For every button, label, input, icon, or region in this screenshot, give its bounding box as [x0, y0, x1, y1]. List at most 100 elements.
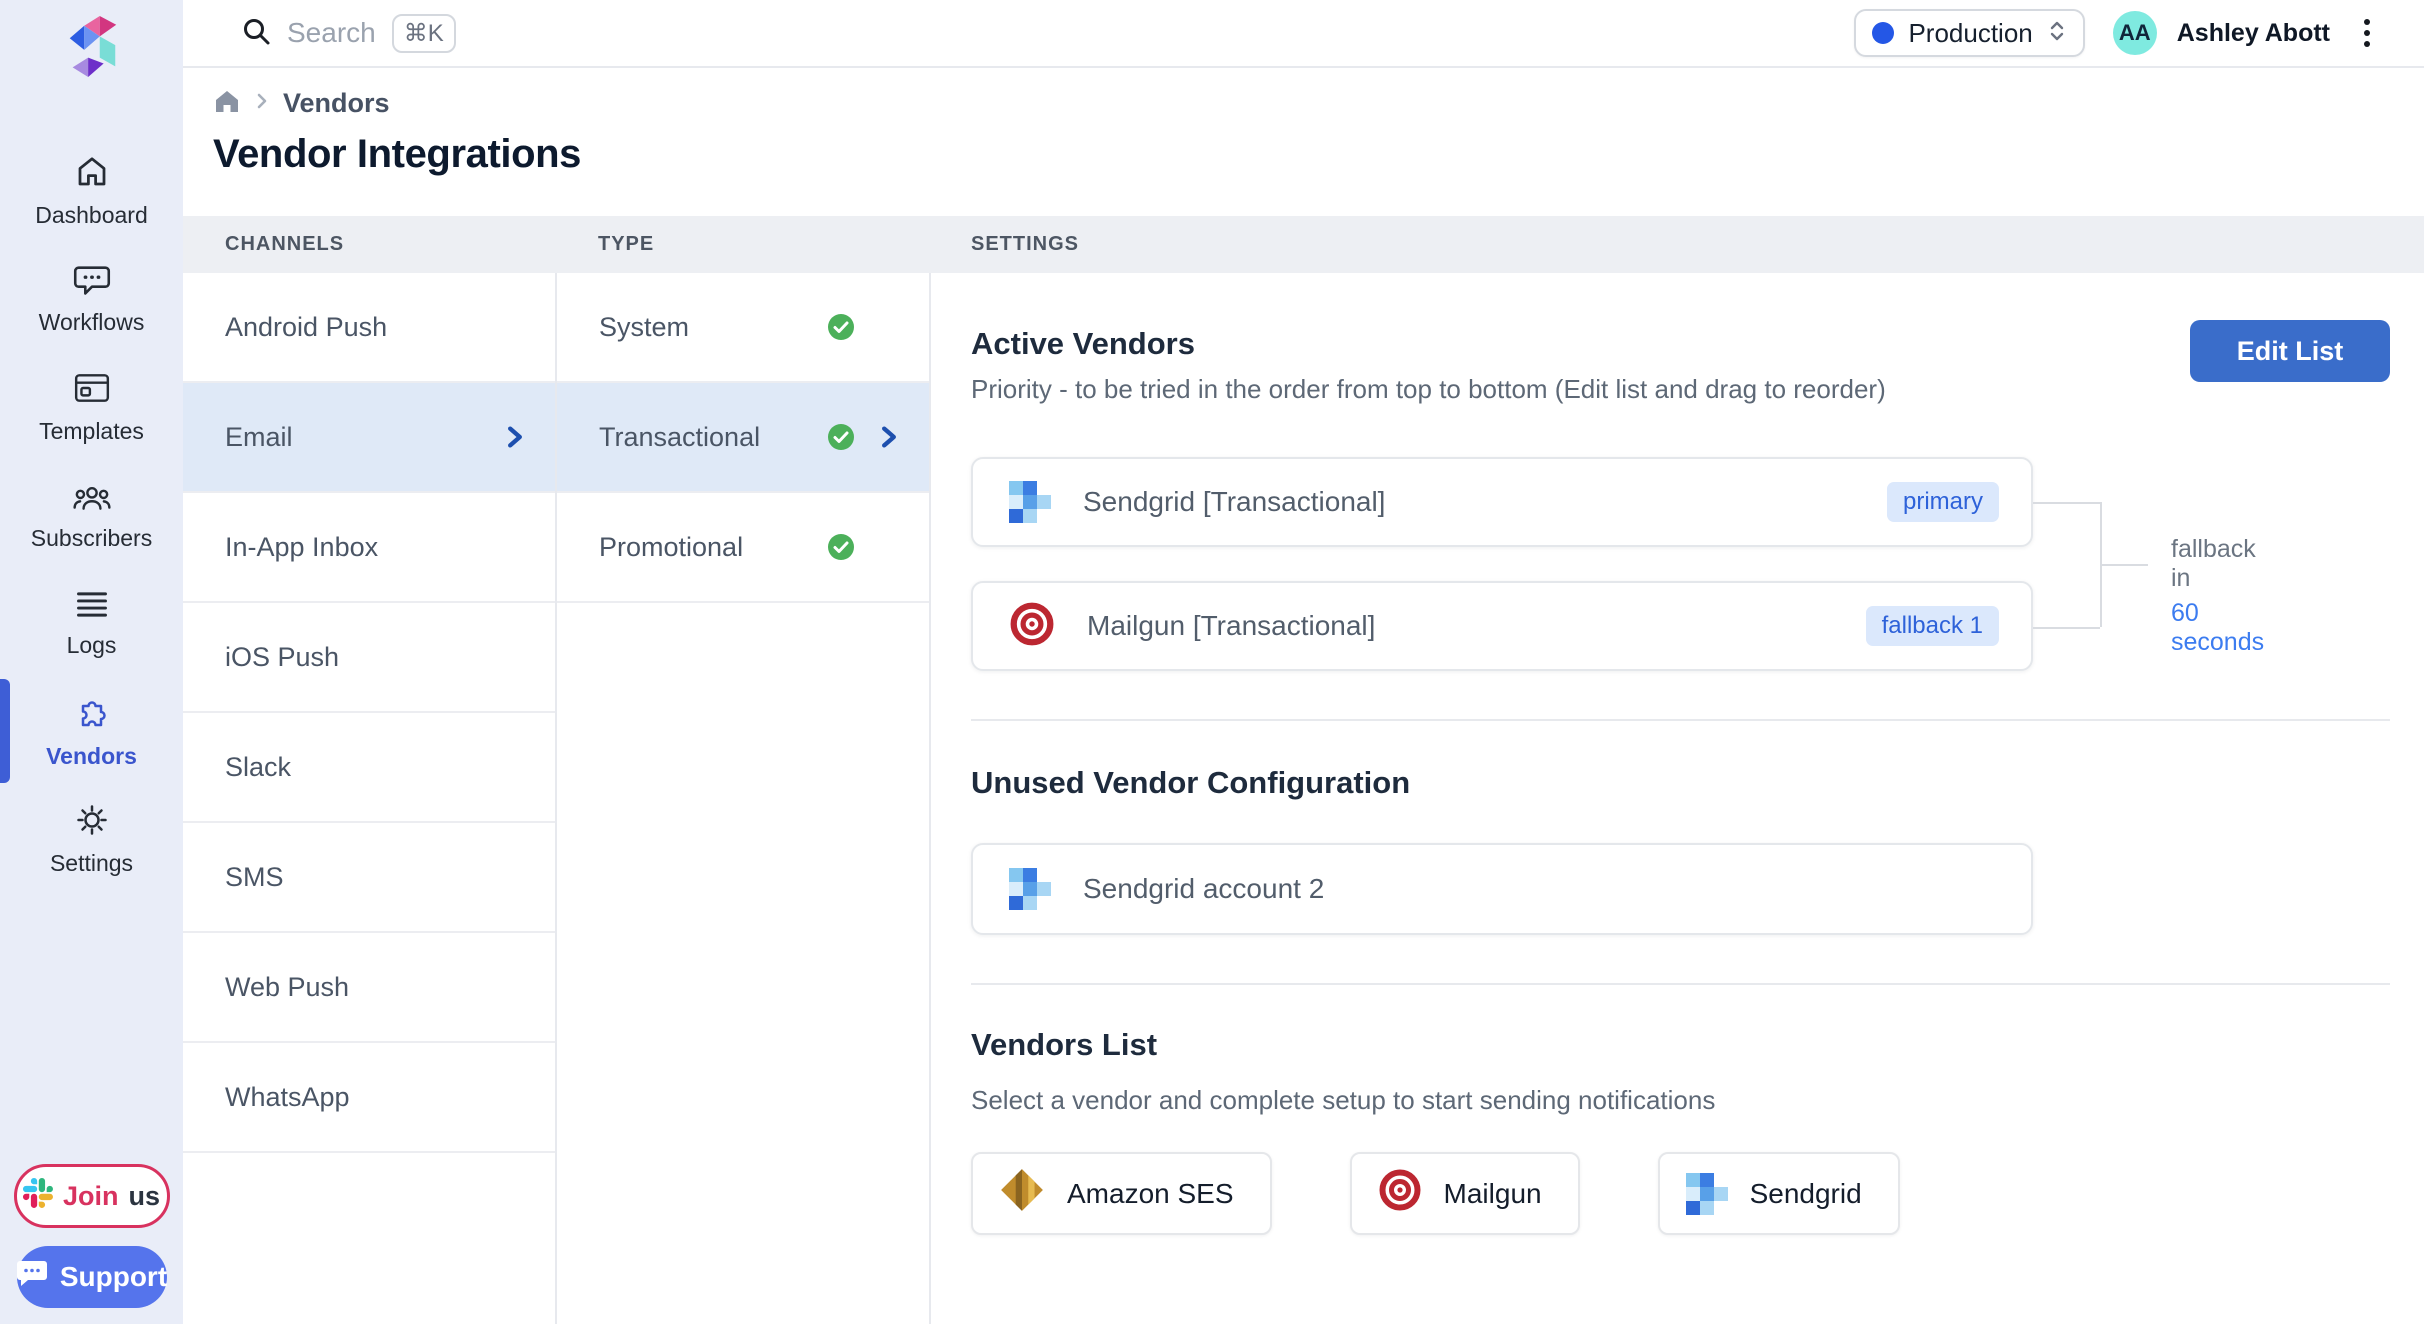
sidebar-item-label: Logs: [67, 632, 117, 659]
sidebar-item-settings[interactable]: Settings: [0, 785, 183, 893]
type-row-system[interactable]: System: [557, 273, 929, 383]
vendor-name: Sendgrid account 2: [1083, 873, 1324, 905]
sidebar-item-vendors[interactable]: Vendors: [0, 677, 183, 785]
channel-row-slack[interactable]: Slack: [183, 713, 555, 823]
channels-column: Android Push Email In-App Inbox iOS Push…: [183, 273, 557, 1324]
chevron-right-icon: [879, 425, 899, 449]
type-label: Transactional: [599, 422, 760, 453]
sendgrid-icon: [1009, 868, 1051, 910]
support-label: Support: [60, 1261, 167, 1293]
vendor-name: Sendgrid [Transactional]: [1083, 486, 1385, 518]
settings-header: SETTINGS: [971, 216, 1079, 273]
sidebar-item-label: Templates: [39, 418, 144, 445]
chevron-right-icon: [505, 425, 525, 449]
connector-line: [2033, 502, 2100, 504]
sidebar-item-label: Subscribers: [31, 525, 152, 552]
suprsend-logo-icon[interactable]: [61, 10, 123, 89]
avatar[interactable]: AA: [2113, 11, 2157, 55]
channel-row-sms[interactable]: SMS: [183, 823, 555, 933]
breadcrumb-current[interactable]: Vendors: [283, 88, 390, 119]
channel-row-email[interactable]: Email: [183, 383, 555, 493]
content-columns: Android Push Email In-App Inbox iOS Push…: [183, 273, 2424, 1324]
topbar: Search ⌘K Production AA Ashley Abott: [183, 0, 2424, 68]
environment-select[interactable]: Production: [1854, 9, 2084, 57]
active-indicator-bar: [0, 679, 10, 783]
edit-list-button[interactable]: Edit List: [2190, 320, 2390, 382]
page-header: Vendors Vendor Integrations: [183, 68, 2424, 216]
chevron-up-down-icon: [2047, 19, 2067, 48]
section-divider: [971, 719, 2390, 721]
home-breadcrumb-icon[interactable]: [213, 88, 241, 119]
support-button[interactable]: Support: [17, 1246, 167, 1308]
search-input[interactable]: Search ⌘K: [241, 14, 456, 53]
channel-row-ios-push[interactable]: iOS Push: [183, 603, 555, 713]
join-label-suffix: us: [129, 1181, 161, 1212]
breadcrumb: Vendors: [213, 84, 2424, 122]
more-options-kebab-icon[interactable]: [2358, 13, 2376, 53]
sidebar: Dashboard Workflows Templates Subscriber…: [0, 0, 183, 1324]
check-circle-icon: [827, 423, 855, 451]
channel-label: In-App Inbox: [225, 532, 378, 563]
list-lines-icon: [74, 588, 110, 625]
type-label: Promotional: [599, 532, 743, 563]
chevron-right-icon: [255, 91, 269, 116]
sidebar-footer: Join us Support: [14, 1164, 170, 1308]
mailgun-icon: [1378, 1168, 1422, 1219]
fallback-label: fallback in: [2171, 535, 2264, 593]
environment-label: Production: [1908, 18, 2032, 49]
vendor-option-sendgrid[interactable]: Sendgrid: [1658, 1152, 1900, 1235]
environment-status-dot: [1872, 22, 1894, 44]
channel-row-whatsapp[interactable]: WhatsApp: [183, 1043, 555, 1153]
vendor-option-amazon-ses[interactable]: Amazon SES: [971, 1152, 1272, 1235]
vendor-option-mailgun[interactable]: Mailgun: [1350, 1152, 1580, 1235]
mailgun-icon: [1009, 601, 1055, 652]
avatar-initials: AA: [2119, 20, 2151, 46]
channels-header: CHANNELS: [225, 216, 344, 273]
vendor-card-mailgun-transactional[interactable]: Mailgun [Transactional] fallback 1: [971, 581, 2033, 671]
sidebar-item-dashboard[interactable]: Dashboard: [0, 137, 183, 245]
sendgrid-icon: [1686, 1173, 1728, 1215]
check-circle-icon: [827, 313, 855, 341]
vendor-option-label: Mailgun: [1444, 1178, 1542, 1210]
page-title: Vendor Integrations: [213, 132, 2424, 177]
channel-row-android-push[interactable]: Android Push: [183, 273, 555, 383]
sendgrid-icon: [1009, 481, 1051, 523]
amazon-ses-icon: [999, 1167, 1045, 1220]
home-icon: [74, 154, 110, 195]
type-column: System Transactional: [557, 273, 931, 1324]
chat-workflow-icon: [73, 263, 111, 302]
sidebar-item-label: Settings: [50, 850, 133, 877]
channel-row-inapp-inbox[interactable]: In-App Inbox: [183, 493, 555, 603]
chat-support-icon: [16, 1260, 48, 1295]
sidebar-item-workflows[interactable]: Workflows: [0, 245, 183, 353]
sidebar-nav: Dashboard Workflows Templates Subscriber…: [0, 137, 183, 893]
vendors-list: Amazon SES Mailgun Sendgrid: [971, 1152, 2390, 1235]
sidebar-item-templates[interactable]: Templates: [0, 353, 183, 461]
vendor-option-label: Amazon SES: [1067, 1178, 1234, 1210]
sidebar-item-label: Workflows: [39, 309, 145, 336]
fallback-duration-link[interactable]: 60 seconds: [2171, 599, 2264, 657]
vendor-integrations-page: Dashboard Workflows Templates Subscriber…: [0, 0, 2424, 1324]
join-us-slack-button[interactable]: Join us: [14, 1164, 170, 1228]
vendors-list-title: Vendors List: [971, 1027, 2390, 1063]
fallback-info: fallback in 60 seconds: [2171, 535, 2264, 657]
check-circle-icon: [827, 533, 855, 561]
search-placeholder: Search: [287, 17, 376, 49]
layout-template-icon: [73, 370, 111, 411]
type-row-promotional[interactable]: Promotional: [557, 493, 929, 603]
unused-vendors-title: Unused Vendor Configuration: [971, 765, 2390, 801]
channel-row-web-push[interactable]: Web Push: [183, 933, 555, 1043]
vendor-card-sendgrid-transactional[interactable]: Sendgrid [Transactional] primary: [971, 457, 2033, 547]
sidebar-item-subscribers[interactable]: Subscribers: [0, 461, 183, 569]
vendor-card-sendgrid-account-2[interactable]: Sendgrid account 2: [971, 843, 2033, 935]
type-row-transactional[interactable]: Transactional: [557, 383, 929, 493]
active-vendors-title: Active Vendors: [971, 326, 1886, 362]
sidebar-item-logs[interactable]: Logs: [0, 569, 183, 677]
search-icon: [241, 16, 271, 51]
join-label: Join: [63, 1181, 119, 1212]
connector-line: [2033, 627, 2100, 629]
slack-icon: [23, 1178, 53, 1215]
main-area: Search ⌘K Production AA Ashley Abott: [183, 0, 2424, 1324]
connector-line: [2100, 564, 2148, 566]
type-header: TYPE: [598, 216, 654, 273]
